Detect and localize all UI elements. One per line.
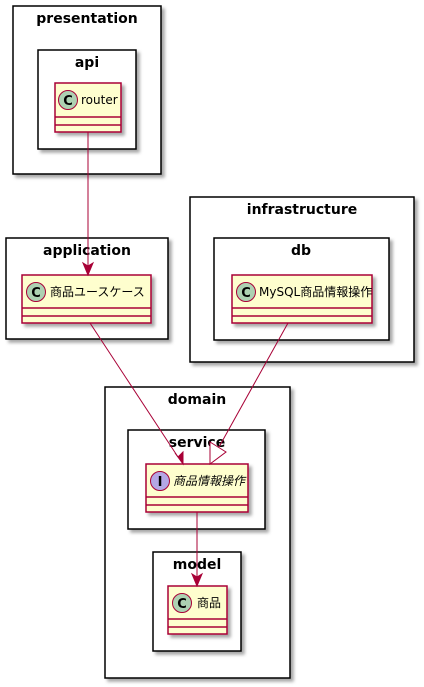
- class-stereotype-letter: C: [63, 94, 73, 109]
- package-presentation-title: presentation: [36, 11, 137, 27]
- class-stereotype-letter: C: [177, 597, 187, 612]
- class-name-usecase: 商品ユースケース: [50, 284, 145, 299]
- package-db-title: db: [291, 243, 311, 259]
- class-name-mysql: MySQL商品情報操作: [259, 284, 372, 299]
- class-name-product: 商品: [197, 595, 221, 610]
- class-router[interactable]: C router: [54, 82, 122, 133]
- package-infrastructure-title: infrastructure: [247, 202, 357, 218]
- interface-stereotype-letter: I: [158, 475, 163, 490]
- class-name-router: router: [81, 93, 118, 107]
- class-stereotype-letter: C: [241, 286, 251, 301]
- class-product[interactable]: C 商品: [167, 585, 228, 635]
- package-diagram: presentation api C router infrastructure…: [5, 5, 415, 679]
- class-product-usecase[interactable]: C 商品ユースケース: [21, 274, 152, 324]
- interface-product-operation[interactable]: I 商品情報操作: [145, 463, 249, 513]
- package-application-title: application: [43, 243, 131, 259]
- class-mysql-product-operation[interactable]: C MySQL商品情報操作: [231, 274, 373, 324]
- package-domain-title: domain: [168, 392, 226, 408]
- class-stereotype-letter: C: [31, 286, 41, 301]
- package-api-title: api: [75, 55, 99, 71]
- interface-name: 商品情報操作: [173, 474, 247, 488]
